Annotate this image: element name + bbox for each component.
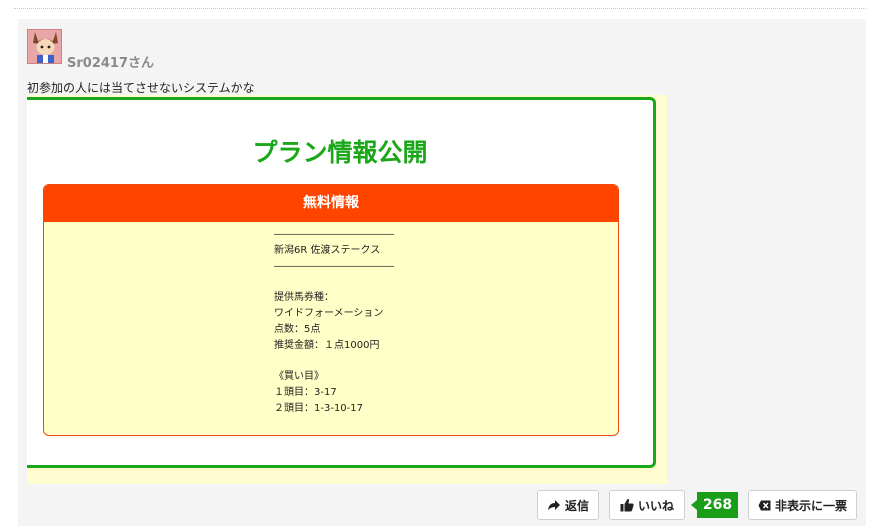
comment-card: Sr02417さん 初参加の人には当てさせないシステムかな プラン情報公開 無料… xyxy=(18,19,866,526)
reply-label: 返信 xyxy=(564,498,589,513)
info-line: 提供馬券種： xyxy=(274,292,334,304)
plan-title: プラン情報公開 xyxy=(252,138,428,167)
info-line: 点数：5点 xyxy=(274,323,321,335)
avatar-character-icon xyxy=(28,30,61,63)
info-line: 新潟6R 佐渡ステークス xyxy=(274,244,381,256)
comment-text: 初参加の人には当てさせないシステムかな xyxy=(27,81,255,95)
free-info-box: 無料情報 ―――――――――――― 新潟6R 佐渡ステークス ―――――――――… xyxy=(43,184,619,436)
free-info-body: ―――――――――――― 新潟6R 佐渡ステークス ―――――――――――― 提… xyxy=(274,227,394,417)
info-line xyxy=(274,353,394,369)
hide-vote-button[interactable]: 非表示に一票 xyxy=(748,490,857,520)
info-line: １頭目：3-17 xyxy=(274,386,337,398)
info-line xyxy=(274,274,394,290)
info-line: ―――――――――――― xyxy=(274,229,394,240)
reply-button[interactable]: 返信 xyxy=(537,490,599,520)
top-divider xyxy=(14,8,866,9)
username[interactable]: Sr02417さん xyxy=(67,52,154,71)
like-label: いいね xyxy=(637,498,674,513)
info-line: ―――――――――――― xyxy=(274,260,394,272)
embedded-image: プラン情報公開 無料情報 ―――――――――――― 新潟6R 佐渡ステークス ―… xyxy=(27,95,667,484)
info-line: ワイドフォーメーション xyxy=(274,307,384,319)
info-line: 《買い目》 xyxy=(274,371,324,383)
plan-panel: プラン情報公開 無料情報 ―――――――――――― 新潟6R 佐渡ステークス ―… xyxy=(27,97,656,468)
like-button[interactable]: いいね xyxy=(609,490,685,520)
free-info-header: 無料情報 xyxy=(44,185,618,222)
avatar[interactable] xyxy=(27,29,62,64)
like-count-badge: 268 xyxy=(691,492,738,518)
thumbs-up-icon xyxy=(620,498,634,512)
reply-arrow-icon xyxy=(547,500,560,510)
info-line: ２頭目：1-3-10-17 xyxy=(274,402,363,414)
hide-vote-label: 非表示に一票 xyxy=(774,498,847,513)
hide-x-icon xyxy=(758,500,771,510)
info-line: 推奨金額：１点1000円 xyxy=(274,339,380,351)
